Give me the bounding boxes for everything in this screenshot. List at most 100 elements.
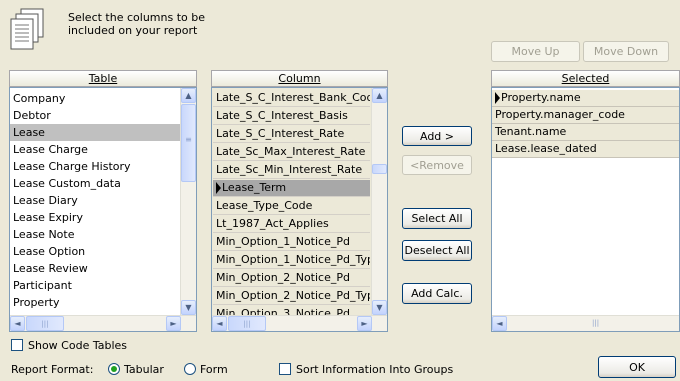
selected-list-item-label: Tenant.name bbox=[495, 125, 567, 138]
column-list-item[interactable]: Late_Sc_Max_Interest_Rate bbox=[213, 144, 370, 161]
column-list-item[interactable]: Late_S_C_Interest_Basis bbox=[213, 108, 370, 125]
report-format-label: Report Format: bbox=[11, 363, 94, 376]
column-list-item-label: Late_S_C_Interest_Bank_Code bbox=[216, 91, 370, 104]
table-list-item-label: Debtor bbox=[13, 109, 51, 122]
table-list-item[interactable]: Lease Review bbox=[10, 260, 180, 277]
row-pointer-icon bbox=[495, 92, 500, 104]
column-header[interactable]: Column bbox=[211, 70, 388, 87]
column-list-item-label: Min_Option_2_Notice_Pd bbox=[216, 271, 350, 284]
column-list-item-label: Min_Option_1_Notice_Pd_Typ bbox=[216, 253, 370, 266]
selected-hscroll[interactable]: ◄ ||| bbox=[492, 315, 679, 331]
table-vscroll[interactable]: ▲ ≡ ▼ bbox=[180, 88, 196, 315]
table-list-item-label: Lease Diary bbox=[13, 194, 78, 207]
selected-list-item[interactable]: Property.manager_code bbox=[492, 107, 679, 124]
scroll-down-icon[interactable]: ▼ bbox=[372, 300, 387, 315]
column-list-item-label: Min_Option_1_Notice_Pd bbox=[216, 235, 350, 248]
scroll-thumb[interactable]: ≡ bbox=[181, 104, 196, 182]
table-list[interactable]: Company Debtor Lease Lease Charge Lease Char… bbox=[9, 87, 197, 332]
selected-list-item[interactable]: Lease.lease_dated bbox=[492, 141, 679, 158]
table-list-item[interactable]: Lease Charge bbox=[10, 141, 180, 158]
move-down-button[interactable]: Move Down bbox=[583, 41, 669, 62]
show-code-tables-label: Show Code Tables bbox=[28, 339, 128, 352]
table-header[interactable]: Table bbox=[9, 70, 197, 87]
scroll-right-icon[interactable]: ► bbox=[357, 316, 372, 331]
scroll-left-icon[interactable]: ◄ bbox=[212, 316, 227, 331]
remove-button[interactable]: <Remove bbox=[402, 155, 472, 175]
scroll-down-icon[interactable]: ▼ bbox=[181, 300, 196, 315]
selected-list-item-label: Property.name bbox=[501, 91, 581, 104]
hscroll-thumb[interactable]: ||| bbox=[228, 316, 266, 331]
sort-groups-checkbox[interactable] bbox=[279, 363, 291, 375]
selected-header-label: Selected bbox=[561, 72, 610, 85]
column-list-item[interactable]: Lease_Type_Code bbox=[213, 198, 370, 215]
table-list-item-label: Lease Charge History bbox=[13, 160, 131, 173]
column-list-item-label: Lease_Term bbox=[222, 181, 287, 194]
table-list-item[interactable]: Lease Custom_data bbox=[10, 175, 180, 192]
select-all-button[interactable]: Select All bbox=[402, 208, 472, 229]
sort-groups-label: Sort Information Into Groups bbox=[296, 363, 454, 376]
table-list-item[interactable]: Lease Diary bbox=[10, 192, 180, 209]
column-list-item[interactable]: Min_Option_2_Notice_Pd_Typ bbox=[213, 288, 370, 305]
table-list-item-label: Company bbox=[13, 92, 66, 105]
table-list-item-label: Lease Expiry bbox=[13, 211, 83, 224]
move-up-button[interactable]: Move Up bbox=[491, 41, 580, 62]
table-list-item-label: Participant bbox=[13, 279, 72, 292]
scroll-thumb[interactable] bbox=[372, 164, 387, 174]
selected-list-item-label: Lease.lease_dated bbox=[495, 142, 597, 155]
hscroll-thumb[interactable]: ||| bbox=[26, 316, 64, 331]
form-label: Form bbox=[200, 363, 228, 376]
column-list-item-label: Lt_1987_Act_Applies bbox=[216, 217, 329, 230]
hscroll-grip-icon: ||| bbox=[592, 319, 600, 327]
add-calc-button[interactable]: Add Calc. bbox=[402, 283, 472, 304]
table-hscroll[interactable]: ◄ ||| ► bbox=[10, 315, 196, 331]
column-list-item[interactable]: Lease_Term bbox=[213, 180, 370, 197]
scroll-left-icon[interactable]: ◄ bbox=[492, 316, 507, 331]
deselect-all-button[interactable]: Deselect All bbox=[402, 240, 472, 261]
row-pointer-icon bbox=[216, 182, 221, 194]
tabular-label: Tabular bbox=[124, 363, 164, 376]
table-list-item[interactable]: Lease Option bbox=[10, 243, 180, 260]
column-list-item[interactable]: Late_S_C_Interest_Bank_Code bbox=[213, 90, 370, 107]
column-hscroll[interactable]: ◄ ||| ► bbox=[212, 315, 387, 331]
column-list-item[interactable]: Min_Option_1_Notice_Pd_Typ bbox=[213, 252, 370, 269]
column-list-item[interactable]: Late_S_C_Interest_Rate bbox=[213, 126, 370, 143]
scroll-left-icon[interactable]: ◄ bbox=[10, 316, 25, 331]
selected-header[interactable]: Selected bbox=[491, 70, 680, 87]
ok-button[interactable]: OK bbox=[598, 356, 676, 378]
column-list-item-label: Late_S_C_Interest_Rate bbox=[216, 127, 345, 140]
table-list-item-label: Lease Custom_data bbox=[13, 177, 121, 190]
table-list-item[interactable]: Debtor bbox=[10, 107, 180, 124]
column-list-item[interactable]: Min_Option_1_Notice_Pd bbox=[213, 234, 370, 251]
documents-icon bbox=[10, 8, 44, 50]
scroll-right-icon[interactable]: ► bbox=[166, 316, 181, 331]
scroll-up-icon[interactable]: ▲ bbox=[372, 88, 387, 103]
table-list-item[interactable]: Property bbox=[10, 294, 180, 311]
column-list[interactable]: Late_S_C_Interest_Bank_Code Late_S_C_Inte… bbox=[211, 87, 388, 332]
table-list-item-label: Lease Charge bbox=[13, 143, 88, 156]
table-list-item[interactable]: Lease Note bbox=[10, 226, 180, 243]
form-radio[interactable] bbox=[184, 363, 196, 375]
table-list-item[interactable]: Participant bbox=[10, 277, 180, 294]
column-list-item-label: Late_Sc_Min_Interest_Rate bbox=[216, 163, 363, 176]
table-header-label: Table bbox=[88, 72, 118, 85]
column-list-item-label: Late_Sc_Max_Interest_Rate bbox=[216, 145, 366, 158]
show-code-tables-checkbox[interactable] bbox=[11, 339, 23, 351]
column-list-item[interactable]: Min_Option_2_Notice_Pd bbox=[213, 270, 370, 287]
column-vscroll[interactable]: ▲ ▼ bbox=[371, 88, 387, 315]
selected-list-item[interactable]: Property.name bbox=[492, 90, 679, 107]
add-button[interactable]: Add > bbox=[402, 126, 472, 146]
selected-list-item-label: Property.manager_code bbox=[495, 108, 625, 121]
table-list-item[interactable]: Lease Charge History bbox=[10, 158, 180, 175]
instructions-text: Select the columns to be included on you… bbox=[68, 11, 205, 37]
column-list-item[interactable]: Lt_1987_Act_Applies bbox=[213, 216, 370, 233]
table-list-item[interactable]: Lease Expiry bbox=[10, 209, 180, 226]
selected-list-item[interactable]: Tenant.name bbox=[492, 124, 679, 141]
selected-list[interactable]: Property.name Property.manager_code Tenant… bbox=[491, 87, 680, 332]
table-list-item-label: Lease Review bbox=[13, 262, 88, 275]
grip-icon: ≡ bbox=[185, 135, 192, 144]
scroll-up-icon[interactable]: ▲ bbox=[181, 88, 196, 103]
tabular-radio[interactable] bbox=[108, 363, 120, 375]
table-list-item[interactable]: Company bbox=[10, 90, 180, 107]
column-list-item[interactable]: Late_Sc_Min_Interest_Rate bbox=[213, 162, 370, 179]
table-list-item[interactable]: Lease bbox=[10, 124, 180, 141]
